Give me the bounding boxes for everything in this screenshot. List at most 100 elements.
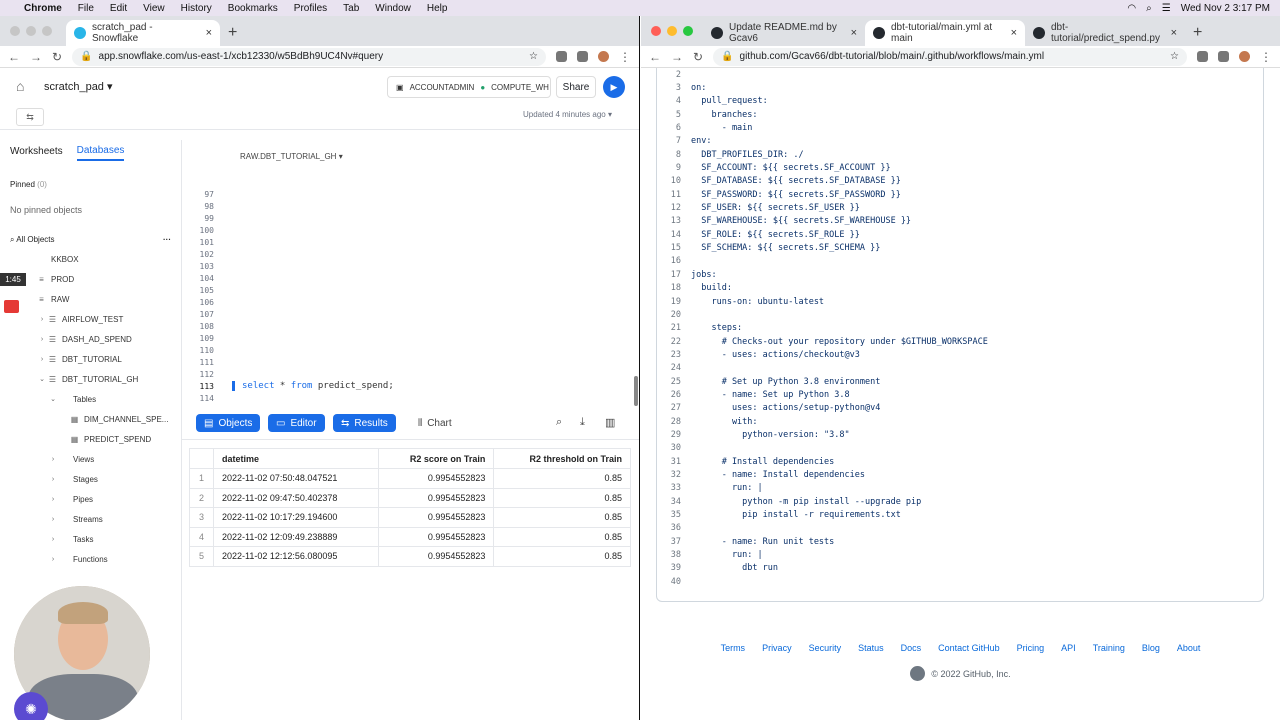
chevron-icon[interactable]: › xyxy=(48,556,58,563)
close-tab-icon[interactable]: × xyxy=(851,27,857,39)
download-icon[interactable]: ⤓ xyxy=(580,416,585,429)
menu-profiles[interactable]: Profiles xyxy=(294,3,327,14)
chevron-icon[interactable]: › xyxy=(37,356,47,363)
cell-threshold[interactable]: 0.85 xyxy=(493,526,631,547)
chevron-icon[interactable]: › xyxy=(37,336,47,343)
tree-item[interactable]: › ☰ DBT_TUTORIAL xyxy=(0,349,181,369)
code-line-number[interactable]: 26 xyxy=(657,390,691,400)
cell-datetime[interactable]: 2022-11-02 10:17:29.194600 xyxy=(212,507,380,528)
tab-github-readme[interactable]: Update README.md by Gcav6 × xyxy=(703,20,865,46)
chevron-icon[interactable]: › xyxy=(48,496,58,503)
updated-status[interactable]: Updated 4 minutes ago ▾ xyxy=(523,110,612,119)
editor-toggle-button[interactable]: ▭ Editor xyxy=(268,414,325,432)
code-line-number[interactable]: 10 xyxy=(657,176,691,186)
tree-item[interactable]: ≡ RAW xyxy=(0,289,181,309)
tree-item[interactable]: › Stages xyxy=(0,469,181,489)
chart-tab[interactable]: ⫴ Chart xyxy=(410,414,460,432)
close-tab-icon[interactable]: × xyxy=(1011,27,1017,39)
github-logo-icon[interactable] xyxy=(910,666,926,681)
sql-editor[interactable]: RAW.DBT_TUTORIAL_GH ▾ 97 98 99 100 101 102 103… xyxy=(182,140,639,406)
table-row[interactable]: 1 2022-11-02 07:50:48.047521 0.9954552823 0… xyxy=(189,468,631,489)
zoom-window-button[interactable] xyxy=(683,26,693,36)
address-bar[interactable]: 🔒 app.snowflake.com/us-east-1/xcb12330/w… xyxy=(72,47,546,66)
menu-tab[interactable]: Tab xyxy=(343,3,359,14)
zoom-window-button[interactable] xyxy=(42,26,52,36)
code-line-number[interactable]: 5 xyxy=(657,110,691,120)
row-index[interactable]: 2 xyxy=(189,487,214,508)
code-line-number[interactable]: 31 xyxy=(657,457,691,467)
extension-icon[interactable] xyxy=(1197,51,1208,62)
cell-datetime[interactable]: 2022-11-02 07:50:48.047521 xyxy=(212,468,380,489)
control-center-icon[interactable]: ☰ xyxy=(1162,3,1171,14)
address-bar[interactable]: 🔒 github.com/Gcav66/dbt-tutorial/blob/ma… xyxy=(713,47,1187,66)
extension-icon[interactable] xyxy=(556,51,567,62)
code-line-number[interactable]: 35 xyxy=(657,510,691,520)
code-line-number[interactable]: 30 xyxy=(657,443,691,453)
footer-link-docs[interactable]: Docs xyxy=(901,643,922,653)
new-tab-button[interactable]: + xyxy=(220,20,245,46)
code-line-number[interactable]: 11 xyxy=(657,190,691,200)
footer-link-terms[interactable]: Terms xyxy=(721,643,746,653)
cell-datetime[interactable]: 2022-11-02 12:09:49.238889 xyxy=(212,526,380,547)
forward-icon[interactable]: → xyxy=(30,50,42,64)
code-line-number[interactable]: 9 xyxy=(657,163,691,173)
code-line-number[interactable]: 6 xyxy=(657,123,691,133)
code-line-number[interactable]: 39 xyxy=(657,563,691,573)
tree-item[interactable]: › ☰ DASH_AD_SPEND xyxy=(0,329,181,349)
menu-history[interactable]: History xyxy=(181,3,212,14)
footer-link-pricing[interactable]: Pricing xyxy=(1017,643,1045,653)
role-warehouse-selector[interactable]: ▣ ACCOUNTADMIN ● COMPUTE_WH xyxy=(387,76,551,98)
code-line-number[interactable]: 13 xyxy=(657,216,691,226)
code-line-number[interactable]: 8 xyxy=(657,150,691,160)
code-line-number[interactable]: 27 xyxy=(657,403,691,413)
menu-edit[interactable]: Edit xyxy=(110,3,127,14)
tree-item[interactable]: › Streams xyxy=(0,509,181,529)
code-line-number[interactable]: 23 xyxy=(657,350,691,360)
share-button[interactable]: Share xyxy=(556,76,596,98)
query-line[interactable]: select * from predict_spend; xyxy=(232,381,394,391)
footer-link-privacy[interactable]: Privacy xyxy=(762,643,792,653)
table-row[interactable]: 4 2022-11-02 12:09:49.238889 0.9954552823 0… xyxy=(189,526,631,547)
code-line-number[interactable]: 19 xyxy=(657,297,691,307)
code-line-number[interactable]: 15 xyxy=(657,243,691,253)
cell-threshold[interactable]: 0.85 xyxy=(493,507,631,528)
menu-bookmarks[interactable]: Bookmarks xyxy=(228,3,278,14)
bookmark-star-icon[interactable]: ☆ xyxy=(1170,51,1179,62)
cell-threshold[interactable]: 0.85 xyxy=(493,546,631,567)
chevron-icon[interactable]: ⌄ xyxy=(37,375,47,383)
menu-view[interactable]: View xyxy=(143,3,165,14)
cell-score[interactable]: 0.9954552823 xyxy=(378,468,495,489)
footer-link-api[interactable]: API xyxy=(1061,643,1076,653)
menu-kebab-icon[interactable]: ⋮ xyxy=(619,50,631,64)
chevron-icon[interactable]: › xyxy=(48,536,58,543)
extension-icon[interactable] xyxy=(1218,51,1229,62)
row-index[interactable]: 5 xyxy=(189,546,214,567)
code-line-number[interactable]: 29 xyxy=(657,430,691,440)
home-icon[interactable]: ⌂ xyxy=(16,78,24,94)
code-line-number[interactable]: 7 xyxy=(657,136,691,146)
code-line-number[interactable]: 21 xyxy=(657,323,691,333)
close-tab-icon[interactable]: × xyxy=(206,27,212,39)
run-button[interactable]: ▶ xyxy=(603,76,625,98)
tree-item[interactable]: KKBOX xyxy=(0,249,181,269)
code-line-number[interactable]: 18 xyxy=(657,283,691,293)
tree-item[interactable]: ⌄ ☰ DBT_TUTORIAL_GH xyxy=(0,369,181,389)
close-window-button[interactable] xyxy=(10,26,20,36)
search-icon[interactable]: ⌕ xyxy=(10,235,14,244)
tree-item[interactable]: › ☰ AIRFLOW_TEST xyxy=(0,309,181,329)
code-line-number[interactable]: 37 xyxy=(657,537,691,547)
extension-icon[interactable] xyxy=(577,51,588,62)
menu-app[interactable]: Chrome xyxy=(24,3,62,14)
code-line-number[interactable]: 2 xyxy=(657,70,691,80)
code-line-number[interactable]: 36 xyxy=(657,523,691,533)
cell-datetime[interactable]: 2022-11-02 09:47:50.402378 xyxy=(212,487,380,508)
results-tab[interactable]: ⇆ Results xyxy=(333,414,396,432)
editor-scrollbar[interactable] xyxy=(634,376,638,406)
tab-github-main-yml[interactable]: dbt-tutorial/main.yml at main × xyxy=(865,20,1025,46)
tab-snowflake[interactable]: scratch_pad - Snowflake × xyxy=(66,20,220,46)
forward-icon[interactable]: → xyxy=(671,50,683,64)
objects-toggle-button[interactable]: ▤ Objects xyxy=(196,414,261,432)
new-tab-button[interactable]: + xyxy=(1185,20,1210,46)
footer-link-training[interactable]: Training xyxy=(1093,643,1125,653)
stop-recording-button[interactable] xyxy=(4,300,19,313)
